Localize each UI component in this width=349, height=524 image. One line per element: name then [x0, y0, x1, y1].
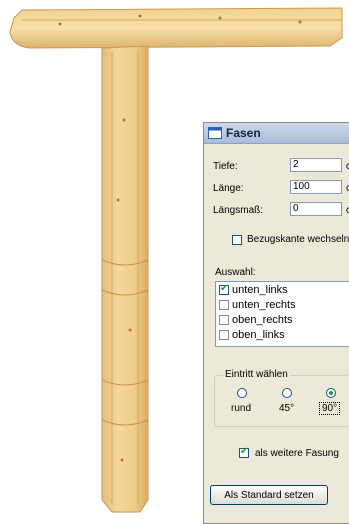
eintritt-group: Eintritt wählen rund 45° 90° — [214, 369, 349, 427]
list-item[interactable]: unten_rechts — [216, 297, 349, 312]
radio-rund[interactable] — [237, 388, 247, 398]
list-item[interactable]: oben_rechts — [216, 312, 349, 327]
item-label: unten_links — [232, 283, 288, 296]
laengsmass-input[interactable]: 0 — [290, 202, 342, 216]
fasen-dialog: Fasen Tiefe: 2 c Länge: 100 c Längsmaß: … — [203, 122, 349, 524]
item-checkbox[interactable] — [219, 329, 229, 340]
als-standard-setzen-button[interactable]: Als Standard setzen — [210, 485, 328, 505]
list-item[interactable]: unten_links — [216, 282, 349, 297]
bezugskante-checkbox[interactable] — [232, 235, 242, 245]
dialog-title: Fasen — [226, 126, 261, 140]
item-checkbox[interactable] — [219, 283, 229, 295]
item-label: oben_links — [232, 328, 285, 341]
window-icon — [208, 127, 222, 139]
weitere-fasung-checkbox[interactable] — [239, 446, 249, 458]
laenge-label: Länge: — [213, 183, 244, 194]
radio-90[interactable] — [326, 388, 336, 398]
radio-45-label: 45° — [279, 403, 295, 414]
tiefe-label: Tiefe: — [213, 161, 238, 172]
item-label: unten_rechts — [232, 298, 296, 311]
radio-90-label: 90° — [319, 402, 341, 415]
scene: Fasen Tiefe: 2 c Länge: 100 c Längsmaß: … — [0, 0, 349, 524]
item-checkbox[interactable] — [219, 314, 229, 325]
eintritt-label: Eintritt wählen — [223, 369, 290, 380]
list-item[interactable]: oben_links — [216, 327, 349, 342]
dialog-titlebar: Fasen — [204, 123, 349, 144]
radio-45[interactable] — [282, 388, 292, 398]
tiefe-input[interactable]: 2 — [290, 158, 342, 172]
laenge-input[interactable]: 100 — [290, 180, 342, 194]
laengsmass-label: Längsmaß: — [213, 205, 264, 216]
auswahl-label: Auswahl: — [215, 267, 256, 278]
item-label: oben_rechts — [232, 313, 293, 326]
item-checkbox[interactable] — [219, 299, 229, 310]
weitere-fasung-label: als weitere Fasung — [255, 448, 339, 459]
radio-rund-label: rund — [231, 403, 252, 414]
auswahl-listbox: unten_links unten_rechts oben_rechts obe… — [215, 281, 349, 347]
bezugskante-label: Bezugskante wechseln — [247, 234, 349, 245]
